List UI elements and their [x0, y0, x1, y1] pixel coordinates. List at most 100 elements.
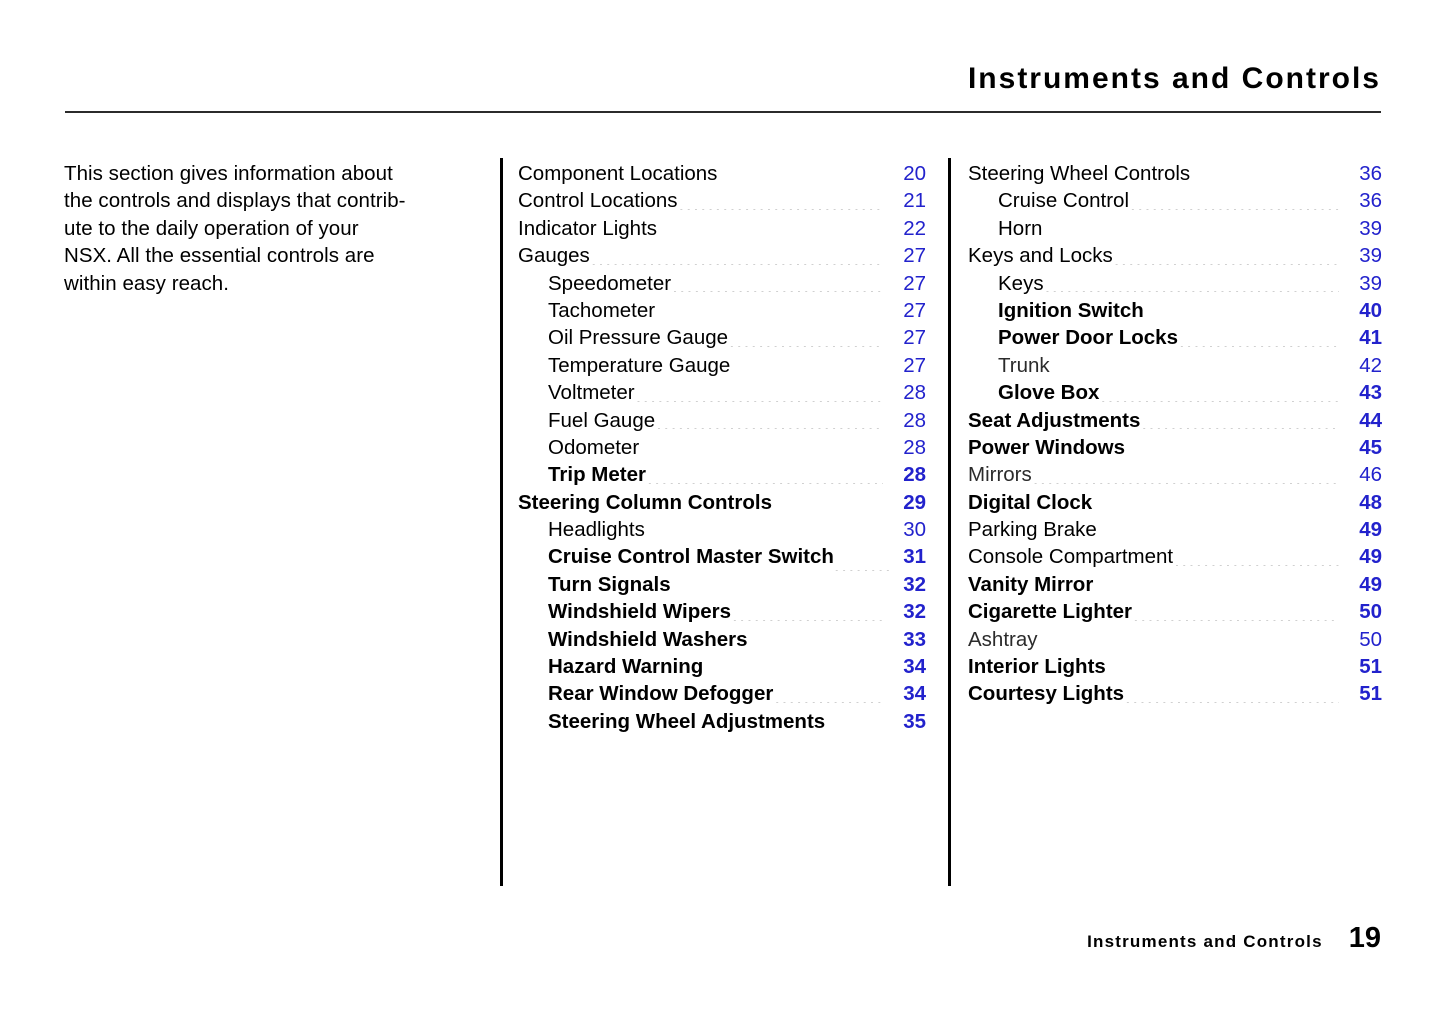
toc-entry-page-number: 36 — [1359, 162, 1382, 185]
footer-page-number: 19 — [1348, 922, 1381, 954]
toc-entry[interactable]: Steering Wheel Adjustments 35 — [518, 708, 926, 735]
toc-entry-label: Keys — [998, 271, 1044, 295]
toc-entry-page-number: 28 — [903, 435, 926, 459]
toc-entry[interactable]: Horn 39 — [968, 215, 1382, 242]
toc-entry-label: Steering Wheel Controls — [968, 162, 1191, 185]
toc-entry[interactable]: Windshield Wipers 32 — [518, 598, 926, 625]
toc-entry-page-number: 50 — [1359, 627, 1382, 651]
toc-entry[interactable]: Indicator Lights 22 — [518, 215, 926, 242]
toc-entry-label: Rear Window Defogger — [548, 682, 774, 706]
toc-entry[interactable]: Windshield Washers 33 — [518, 626, 926, 653]
toc-entry-page-number: 44 — [1359, 408, 1382, 432]
toc-entry-page-number: 20 — [903, 162, 926, 185]
toc-entry[interactable]: Speedometer 27 — [518, 270, 926, 297]
toc-entry-label: Power Windows — [968, 435, 1125, 459]
toc-entry-page-number: 39 — [1359, 216, 1382, 240]
header-divider-rule — [65, 111, 1381, 113]
toc-entry-label: Ignition Switch — [998, 298, 1144, 322]
toc-entry-page-number: 49 — [1359, 518, 1382, 542]
toc-entry[interactable]: Gauges 27 — [518, 242, 926, 269]
toc-entry[interactable]: Seat Adjustments 44 — [968, 407, 1382, 434]
toc-entry[interactable]: Rear Window Defogger 34 — [518, 680, 926, 707]
toc-entry[interactable]: Digital Clock 48 — [968, 489, 1382, 516]
toc-entry[interactable]: Power Door Locks 41 — [968, 324, 1382, 351]
toc-entry-label: Trunk — [998, 353, 1050, 377]
toc-entry-page-number: 27 — [903, 326, 926, 350]
toc-entry[interactable]: Fuel Gauge 28 — [518, 407, 926, 434]
toc-entry[interactable]: Hazard Warning 34 — [518, 653, 926, 680]
page-footer: Instruments and Controls 19 — [1087, 922, 1381, 955]
toc-entry-label: Temperature Gauge — [548, 353, 731, 377]
toc-entry[interactable]: Steering Column Controls 29 — [518, 489, 926, 516]
toc-dot-leader — [731, 373, 883, 374]
toc-entry-page-number: 48 — [1359, 490, 1382, 514]
toc-dot-leader — [1144, 323, 1348, 324]
toc-dot-leader — [1174, 565, 1339, 566]
toc-entry[interactable]: Odometer 28 — [518, 434, 926, 461]
toc-entry[interactable]: Cruise Control 36 — [968, 187, 1382, 214]
toc-entry-label: Horn — [998, 216, 1043, 240]
toc-entry-label: Parking Brake — [968, 518, 1097, 542]
toc-entry-label: Vanity Mirror — [968, 572, 1094, 596]
toc-dot-leader — [672, 592, 883, 593]
toc-entry[interactable]: Temperature Gauge 27 — [518, 352, 926, 379]
toc-entry[interactable]: Headlights 30 — [518, 516, 926, 543]
column-divider-right — [948, 158, 951, 886]
toc-entry-label: Windshield Washers — [548, 627, 748, 651]
toc-entry-page-number: 51 — [1359, 682, 1382, 706]
manual-page: Instruments and Controls This section gi… — [0, 0, 1445, 1019]
toc-entry[interactable]: Turn Signals 32 — [518, 571, 926, 598]
toc-entry[interactable]: Oil Pressure Gauge 27 — [518, 324, 926, 351]
toc-entry[interactable]: Ashtray 50 — [968, 626, 1382, 653]
toc-entry[interactable]: Parking Brake 49 — [968, 516, 1382, 543]
toc-entry[interactable]: Ignition Switch 40 — [968, 297, 1382, 324]
page-title: Instruments and Controls — [967, 62, 1381, 95]
toc-entry[interactable]: Vanity Mirror 49 — [968, 571, 1382, 598]
toc-entry-label: Tachometer — [548, 298, 656, 322]
toc-entry[interactable]: Trunk 42 — [968, 352, 1382, 379]
toc-entry-page-number: 31 — [903, 545, 926, 569]
toc-entry[interactable]: Glove Box 43 — [968, 379, 1382, 406]
toc-entry-label: Headlights — [548, 518, 645, 542]
toc-entry-page-number: 28 — [903, 408, 926, 432]
toc-entry[interactable]: Steering Wheel Controls 36 — [968, 160, 1382, 187]
toc-entry-label: Indicator Lights — [518, 216, 658, 240]
toc-entry[interactable]: Console Compartment 49 — [968, 543, 1382, 570]
toc-entry-label: Windshield Wipers — [548, 600, 732, 624]
toc-entry[interactable]: Tachometer 27 — [518, 297, 926, 324]
toc-entry[interactable]: Cruise Control Master Switch 31 — [518, 543, 926, 570]
toc-entry[interactable]: Cigarette Lighter 50 — [968, 598, 1382, 625]
toc-entry[interactable]: Courtesy Lights 51 — [968, 680, 1382, 707]
toc-entry[interactable]: Trip Meter 28 — [518, 461, 926, 488]
toc-dot-leader — [1125, 702, 1339, 703]
toc-dot-leader — [1039, 647, 1340, 648]
toc-column-middle: Component Locations 20 Control Locations 21… — [518, 160, 926, 735]
toc-entry[interactable]: Keys and Locks 39 — [968, 242, 1382, 269]
toc-entry[interactable]: Component Locations 20 — [518, 160, 926, 187]
toc-column-right: Steering Wheel Controls 36 Cruise Control 3… — [968, 160, 1382, 708]
toc-entry-page-number: 27 — [903, 271, 926, 295]
toc-entry-label: Oil Pressure Gauge — [548, 326, 729, 350]
toc-dot-leader — [1094, 592, 1339, 593]
toc-entry-label: Turn Signals — [548, 572, 671, 596]
toc-entry-page-number: 35 — [903, 709, 926, 733]
toc-dot-leader — [825, 734, 892, 735]
toc-dot-leader — [640, 455, 883, 456]
toc-entry-label: Hazard Warning — [548, 655, 704, 679]
toc-entry-page-number: 21 — [903, 189, 926, 213]
toc-entry[interactable]: Voltmeter 28 — [518, 379, 926, 406]
toc-entry[interactable]: Keys 39 — [968, 270, 1382, 297]
toc-entry[interactable]: Control Locations 21 — [518, 187, 926, 214]
toc-entry-label: Mirrors — [968, 463, 1032, 487]
toc-entry[interactable]: Power Windows 45 — [968, 434, 1382, 461]
intro-column: This section gives information about the… — [64, 160, 474, 297]
toc-entry[interactable]: Interior Lights 51 — [968, 653, 1382, 680]
toc-dot-leader — [1130, 209, 1339, 210]
toc-dot-leader — [1133, 620, 1339, 621]
toc-dot-leader — [1107, 674, 1339, 675]
toc-entry-label: Steering Wheel Adjustments — [548, 709, 826, 733]
toc-entry[interactable]: Mirrors 46 — [968, 461, 1382, 488]
toc-dot-leader — [591, 264, 883, 265]
toc-entry-label: Seat Adjustments — [968, 408, 1141, 432]
toc-entry-label: Gauges — [518, 244, 590, 268]
